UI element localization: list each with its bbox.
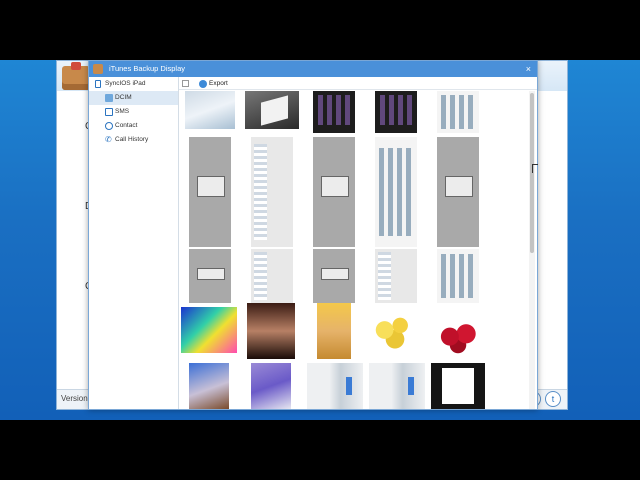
tree-item-contact[interactable]: Contact [89,119,178,133]
photo-thumbnail[interactable] [313,91,355,133]
photo-thumbnail[interactable] [317,303,351,359]
photo-thumbnail[interactable] [181,307,237,353]
export-label: Export [209,80,228,87]
photo-thumbnail[interactable] [251,363,291,409]
desktop: C D C Version f t iTunes Backup Display … [0,60,640,420]
mouse-cursor [532,164,538,173]
tree-item-label: SMS [115,108,130,115]
tree-item-label: Contact [115,122,138,129]
photo-thumbnail[interactable] [251,137,293,247]
tree-item-sms[interactable]: SMS [89,105,178,119]
app-box-icon [62,62,90,90]
photo-thumbnail[interactable] [307,363,363,409]
photo-thumbnail[interactable] [375,249,417,303]
photo-thumbnail[interactable] [247,303,295,359]
tree-item-label: Call History [115,136,149,143]
dialog-titlebar: iTunes Backup Display × [89,61,537,77]
photo-thumbnail[interactable] [369,307,421,353]
tree-item-label: DCIM [115,94,132,101]
image-icon [105,94,113,102]
tree-item-dcim[interactable]: DCIM [89,91,178,105]
twitter-icon[interactable]: t [545,391,561,407]
photo-thumbnail[interactable] [375,91,417,133]
device-label: SyncIOS iPad [105,80,146,87]
dialog-title: iTunes Backup Display [109,64,186,73]
contact-icon [105,122,113,130]
photo-thumbnail[interactable] [189,249,231,303]
tree-item-device[interactable]: SyncIOS iPad [89,77,178,91]
photo-thumbnail[interactable] [189,137,231,247]
photo-thumbnail[interactable] [437,137,479,247]
itunes-backup-dialog: iTunes Backup Display × SyncIOS iPad DCI… [88,60,538,410]
photo-thumbnail[interactable] [437,249,479,303]
device-tree: SyncIOS iPad DCIM SMS Contact ✆ Call His… [89,77,179,409]
vertical-scrollbar[interactable] [529,91,535,409]
photo-thumbnail[interactable] [431,363,485,409]
scrollbar-thumb[interactable] [530,93,534,253]
export-icon [199,80,207,88]
message-icon [105,108,113,116]
select-all-checkbox[interactable] [182,80,189,87]
photo-thumbnail[interactable] [189,363,229,409]
photo-thumbnail[interactable] [313,249,355,303]
close-icon[interactable]: × [526,61,531,77]
photo-thumbnail[interactable] [375,137,417,247]
tree-item-call-history[interactable]: ✆ Call History [89,133,178,147]
export-button[interactable]: Export [199,78,228,89]
phone-icon: ✆ [105,135,112,144]
app-icon [93,64,103,74]
photo-thumbnail[interactable] [313,137,355,247]
photo-thumbnail[interactable] [185,91,235,129]
photo-thumbnail[interactable] [251,249,293,303]
version-label: Version [61,394,88,403]
toolbar: Export [179,77,537,90]
ipad-icon [95,80,101,88]
photo-thumbnail[interactable] [437,91,479,133]
photo-thumbnail[interactable] [369,363,425,409]
photo-thumbnail[interactable] [431,303,485,359]
photo-grid [179,91,529,409]
photo-thumbnail[interactable] [245,91,299,129]
